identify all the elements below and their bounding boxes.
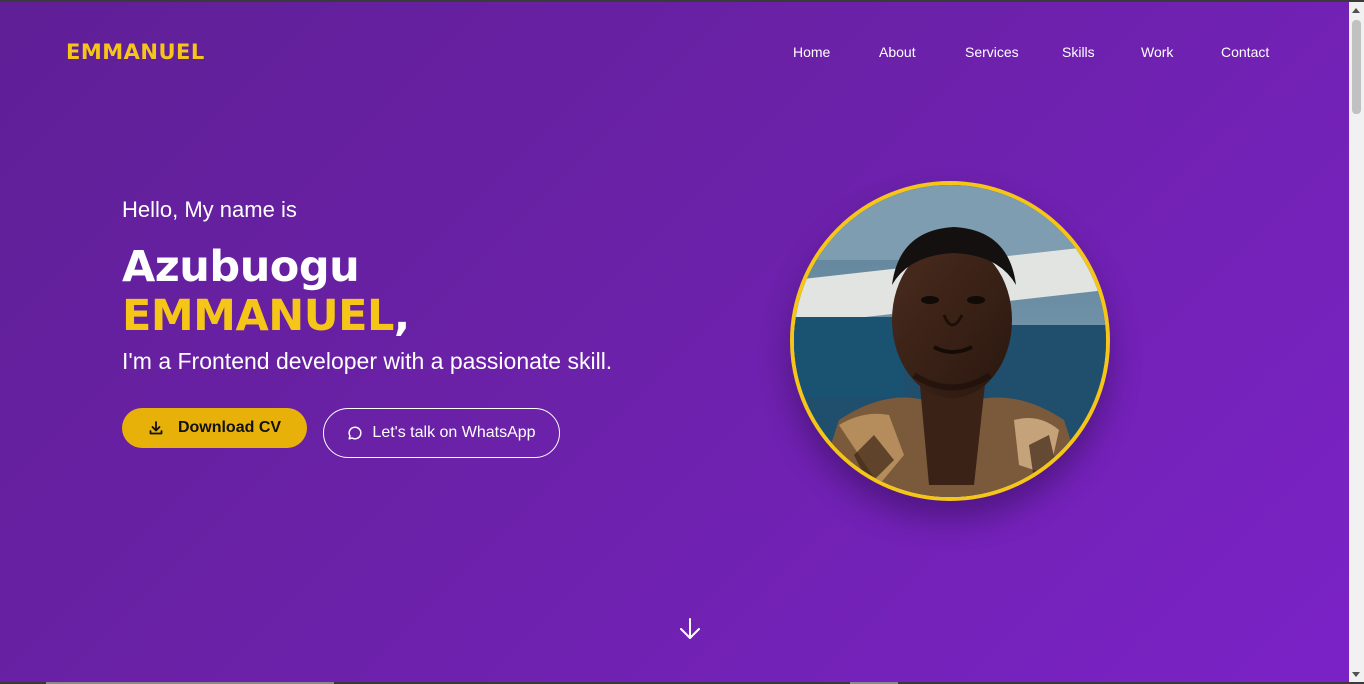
scroll-down-icon[interactable] [1352, 672, 1360, 677]
hero-last-name-comma: , [393, 291, 410, 341]
chat-bubble-icon [347, 425, 363, 441]
scroll-up-icon[interactable] [1352, 8, 1360, 13]
hero-greeting: Hello, My name is [122, 197, 297, 222]
hero-last-name: EMMANUEL, [122, 291, 410, 341]
nav-skills[interactable]: Skills [1062, 44, 1095, 60]
whatsapp-button[interactable]: Let's talk on WhatsApp [323, 408, 560, 458]
hero-section: EMMANUEL Home About Services Skills Work… [0, 2, 1349, 682]
nav-contact[interactable]: Contact [1221, 44, 1269, 60]
nav-home[interactable]: Home [793, 44, 830, 60]
main-nav: Home About Services Skills Work Contact [0, 44, 1349, 64]
arrow-down-icon[interactable] [678, 616, 702, 642]
download-cv-button[interactable]: Download CV [122, 408, 307, 448]
hero-tagline: I'm a Frontend developer with a passiona… [122, 348, 613, 374]
hero-last-name-text: EMMANUEL [122, 291, 394, 341]
whatsapp-label: Let's talk on WhatsApp [372, 424, 536, 441]
download-cv-label: Download CV [177, 419, 282, 436]
scroll-thumb[interactable] [1352, 20, 1361, 114]
nav-work[interactable]: Work [1141, 44, 1173, 60]
profile-photo [790, 181, 1110, 501]
page-scrollbar[interactable] [1349, 2, 1364, 682]
download-icon [148, 420, 164, 436]
hero-first-name: Azubuogu [122, 242, 360, 292]
nav-about[interactable]: About [879, 44, 916, 60]
nav-services[interactable]: Services [965, 44, 1019, 60]
